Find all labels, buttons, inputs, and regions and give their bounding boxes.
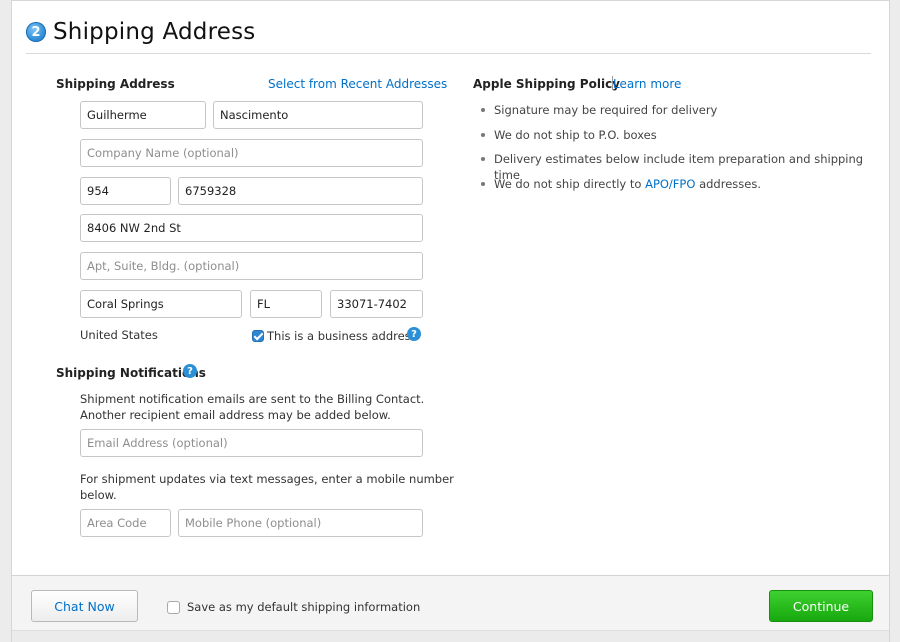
apo-suffix: addresses. [695,176,761,191]
footer-bottom-strip [12,630,889,642]
city-field[interactable] [80,290,242,318]
state-field[interactable] [250,290,322,318]
policy-item: Delivery estimates below include item pr… [481,151,889,182]
select-recent-addresses-link[interactable]: Select from Recent Addresses [268,77,447,91]
save-default-checkbox[interactable] [167,601,180,614]
zip-code-field[interactable] [330,290,423,318]
shipping-address-label: Shipping Address [56,77,175,91]
policy-item-apo: We do not ship directly to APO/FPO addre… [481,176,889,201]
apt-suite-field[interactable] [80,252,423,280]
shipping-policy-list: Signature may be required for delivery W… [481,102,889,200]
country-label: United States [80,328,158,342]
policy-item: We do not ship to P.O. boxes [481,127,889,152]
title-divider [26,53,871,54]
mobile-area-code-field[interactable] [80,509,171,537]
page-title: Shipping Address [53,19,256,45]
first-name-field[interactable] [80,101,206,129]
phone-area-code-field[interactable] [80,177,171,205]
business-address-help-icon[interactable]: ? [407,327,421,341]
street-address-field[interactable] [80,214,423,242]
policy-item: Signature may be required for delivery [481,102,889,127]
step-number-icon: 2 [26,22,46,42]
company-name-field[interactable] [80,139,423,167]
phone-number-field[interactable] [178,177,423,205]
continue-button[interactable]: Continue [769,590,873,622]
section-header: 2 Shipping Address [26,17,255,47]
sms-note-line2: below. [80,488,117,502]
apo-fpo-link[interactable]: APO/FPO [645,177,695,191]
footer-bar: Chat Now Save as my default shipping inf… [12,575,889,642]
email-note-line1: Shipment notification emails are sent to… [80,392,425,406]
shipping-panel: 2 Shipping Address Shipping Address Sele… [11,0,890,642]
apo-prefix: We do not ship directly to [494,176,646,191]
business-address-checkbox[interactable] [252,330,264,342]
last-name-field[interactable] [213,101,423,129]
chat-now-button[interactable]: Chat Now [31,590,138,622]
email-address-field[interactable] [80,429,423,457]
business-address-label[interactable]: This is a business address [267,328,417,344]
shipping-policy-title: Apple Shipping Policy [473,77,620,91]
learn-more-link[interactable]: Learn more [613,77,681,91]
email-note-line2: Another recipient email address may be a… [80,408,391,422]
sms-note-line1: For shipment updates via text messages, … [80,472,454,486]
mobile-phone-field[interactable] [178,509,423,537]
save-default-label[interactable]: Save as my default shipping information [187,599,420,615]
notifications-help-icon[interactable]: ? [183,364,197,378]
